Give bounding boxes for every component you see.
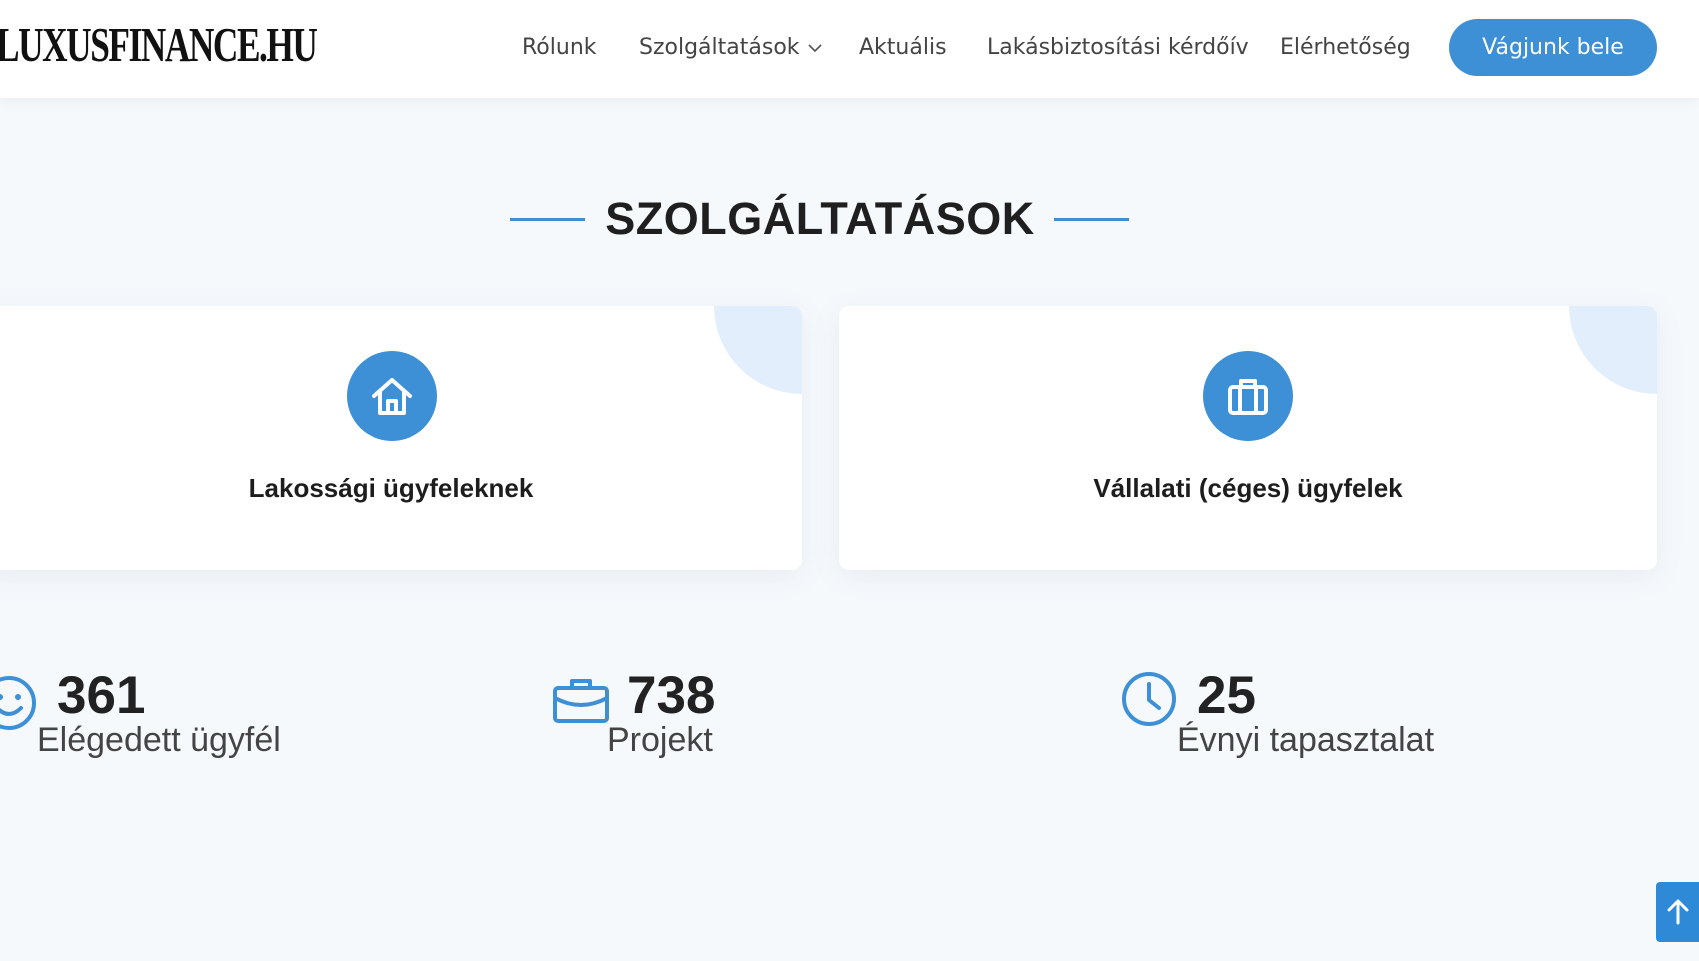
cta-button[interactable]: Vágjunk bele [1449,19,1657,76]
arrow-up-icon [1667,899,1689,925]
nav-link-kerdoiv[interactable]: Lakásbiztosítási kérdőív [987,31,1249,65]
service-card-label: Vállalati (céges) ügyfelek [1093,473,1403,503]
back-to-top-button[interactable] [1656,882,1699,942]
nav-link-szolgaltatasok-label: Szolgáltatások [639,35,800,60]
nav-link-aktualis[interactable]: Aktuális [859,31,947,65]
service-card-residential[interactable]: Lakossági ügyfeleknek [0,306,802,570]
stat-label: Évnyi tapasztalat [1177,721,1435,759]
nav-link-szolgaltatasok[interactable]: Szolgáltatások [639,31,822,65]
stat-satisfied-clients: 361 Elégedett ügyfél [0,664,400,764]
nav-link-rolunk[interactable]: Rólunk [522,31,597,65]
site-logo[interactable]: LUXUSFINANCE.HU [0,14,318,76]
briefcase-icon [553,679,609,723]
smiley-icon [0,676,36,730]
nav-link-elerhetoseg[interactable]: Elérhetőség [1280,31,1411,65]
title-line-right [1054,218,1129,221]
briefcase-icon [1203,351,1293,441]
stat-label: Projekt [607,721,713,759]
section-title: SZOLGÁLTATÁSOK [605,193,1035,244]
site-header: LUXUSFINANCE.HU Rólunk Szolgáltatások Ak… [0,0,1699,98]
stat-projects: 738 Projekt [550,664,850,764]
service-card-business[interactable]: Vállalati (céges) ügyfelek [839,306,1657,570]
stat-label: Elégedett ügyfél [37,721,281,759]
card-corner-decoration [1569,306,1657,394]
service-card-label: Lakossági ügyfeleknek [248,473,534,503]
card-corner-decoration [714,306,802,394]
clock-icon [1122,672,1176,726]
stat-years-experience: 25 Évnyi tapasztalat [1120,664,1520,764]
chevron-down-icon [807,43,822,52]
house-icon [347,351,437,441]
